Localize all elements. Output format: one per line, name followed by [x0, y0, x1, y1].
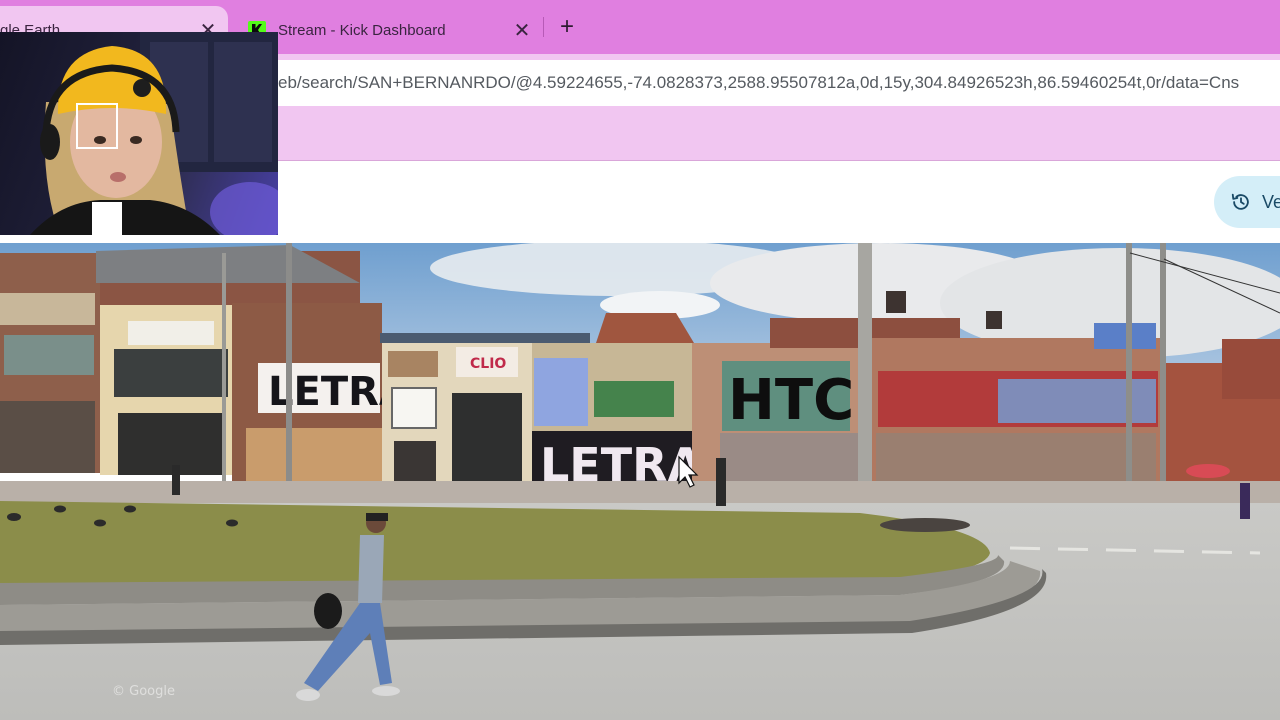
pigeon — [226, 519, 238, 527]
building — [1222, 339, 1280, 399]
history-chip-label: Ve — [1262, 191, 1280, 212]
chimney — [886, 291, 906, 313]
shop-facade — [0, 293, 95, 325]
doorway — [394, 441, 436, 486]
sign — [1094, 323, 1156, 349]
window — [391, 387, 437, 429]
pigeon — [124, 505, 136, 513]
streamer-collar — [92, 202, 122, 235]
graffiti-mural — [998, 379, 1156, 423]
shop-front — [0, 401, 95, 473]
utility-pole — [858, 243, 872, 518]
roof — [380, 333, 590, 343]
streamer-mouth — [110, 172, 126, 182]
doorway — [452, 393, 522, 483]
utility-pole — [1126, 243, 1132, 518]
graffiti-mural — [594, 381, 674, 417]
street-view-panorama[interactable]: LETRA CLIO LETRA HTC © Google — [0, 243, 1280, 720]
graffiti-mural — [246, 428, 386, 483]
streamer-webcam — [0, 32, 278, 235]
streamer-eye — [94, 136, 106, 144]
utility-pole — [1160, 243, 1166, 513]
pigeon — [7, 513, 21, 521]
close-tab-icon[interactable]: ✕ — [508, 16, 536, 44]
umbrella — [1186, 464, 1230, 478]
address-bar-url: eb/search/SAN+BERNANRDO/@4.59224655,-74.… — [278, 73, 1240, 92]
pedestrian-cap — [366, 513, 388, 521]
tab-kick-dashboard[interactable]: Stream - Kick Dashboard ✕ — [234, 6, 542, 54]
street-view-image[interactable]: LETRA CLIO LETRA HTC © Google — [0, 243, 1280, 720]
background-cabinet — [214, 42, 272, 162]
history-icon — [1231, 193, 1249, 210]
pigeon — [94, 519, 106, 527]
pedestrian-shoe — [296, 689, 320, 701]
history-chip-button[interactable]: Ve — [1214, 176, 1280, 228]
shop-sign — [128, 321, 214, 345]
graffiti-htc: HTC — [728, 368, 854, 433]
shop-sign — [388, 351, 438, 377]
shop-window — [114, 349, 228, 397]
graffiti-mural — [534, 358, 588, 426]
utility-pole — [222, 253, 226, 493]
tab-title: Stream - Kick Dashboard — [278, 21, 446, 39]
utility-pole — [286, 243, 292, 501]
pedestrian-bag — [314, 593, 342, 629]
person-lying — [880, 518, 970, 532]
pigeon — [54, 505, 66, 513]
distant-person — [716, 458, 726, 506]
chimney — [986, 311, 1002, 329]
address-bar[interactable]: eb/search/SAN+BERNANRDO/@4.59224655,-74.… — [268, 60, 1280, 106]
pedestrian-shirt — [358, 535, 384, 603]
distant-person — [1240, 483, 1250, 519]
headset-earcup — [40, 124, 60, 160]
pedestrian-shoe — [372, 686, 400, 696]
streamer-eye — [130, 136, 142, 144]
distant-person — [172, 465, 180, 495]
google-watermark: © Google — [112, 684, 175, 699]
shop-sign-clio: CLIO — [470, 356, 506, 372]
background-light — [210, 182, 278, 235]
new-tab-button[interactable]: + — [553, 13, 581, 41]
shop-window — [4, 335, 94, 375]
tab-divider — [543, 17, 544, 37]
webcam-feed — [30, 32, 278, 235]
